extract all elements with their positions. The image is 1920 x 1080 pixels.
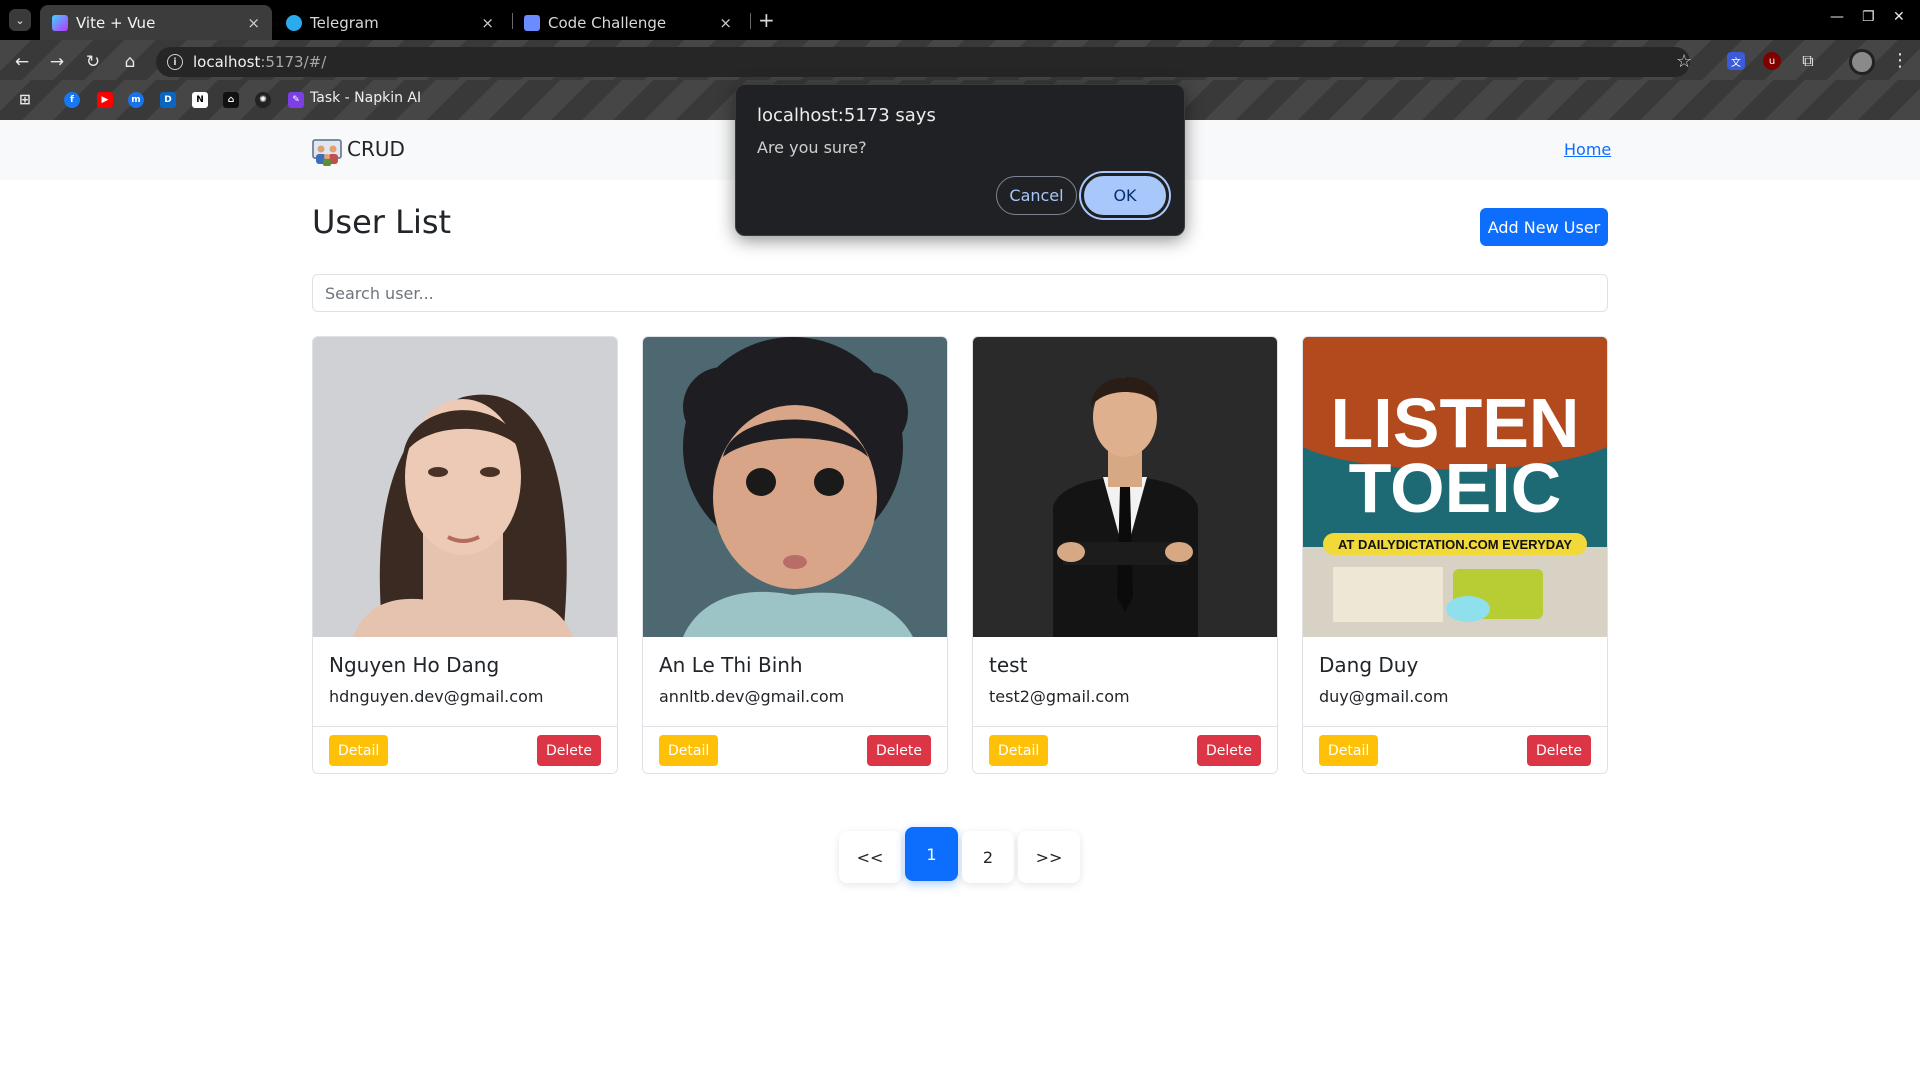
confirm-dialog: localhost:5173 says Are you sure? Cancel… [735,84,1185,236]
close-tab-icon[interactable]: × [481,14,494,32]
close-tab-icon[interactable]: × [719,14,732,32]
notion-icon[interactable]: N [192,92,208,108]
nav-home-link[interactable]: Home [1564,140,1611,159]
search-user-input[interactable] [312,274,1608,312]
restore-icon[interactable]: ❐ [1862,9,1875,25]
poster-banner: AT DAILYDICTATION.COM EVERYDAY [1338,537,1572,552]
dictionary-icon[interactable]: D [160,92,176,108]
dialog-cancel-button[interactable]: Cancel [996,176,1077,215]
pagination-page-2[interactable]: 2 [962,831,1014,883]
address-url[interactable]: localhost:5173/#/ [193,53,326,71]
users-logo-icon [312,139,342,166]
user-card: test test2@gmail.com Detail Delete [972,336,1278,774]
user-email: annltb.dev@gmail.com [659,687,845,706]
user-email: test2@gmail.com [989,687,1130,706]
site-info-icon[interactable]: i [167,54,183,70]
delete-button[interactable]: Delete [1527,735,1591,766]
rocket-favicon-icon [524,14,540,31]
tab-title: Telegram [310,13,379,32]
bookmark-star-icon[interactable]: ☆ [1676,51,1692,72]
add-new-user-button[interactable]: Add New User [1480,208,1608,246]
detail-button[interactable]: Detail [659,735,719,766]
tab-search-icon[interactable]: ⌄ [9,9,31,31]
detail-button[interactable]: Detail [1319,735,1379,766]
openai-icon[interactable]: ✺ [255,92,271,108]
academic-cap-icon[interactable]: ⌂ [223,92,239,108]
extensions-puzzle-icon[interactable]: ⧉ [1799,51,1817,70]
detail-button[interactable]: Detail [989,735,1049,766]
napkin-icon[interactable]: ✎ [288,92,304,108]
forward-icon[interactable]: → [46,51,68,73]
vite-favicon-icon [52,14,68,31]
address-bar[interactable] [156,47,1690,77]
delete-button[interactable]: Delete [867,735,931,766]
user-name: Dang Duy [1319,653,1419,677]
user-card: LISTEN TOEIC AT DAILYDICTATION.COM EVERY… [1302,336,1608,774]
facebook-icon[interactable]: f [64,92,80,108]
tab-telegram[interactable]: Telegram × [274,5,506,40]
user-avatar-image [643,337,947,637]
new-tab-button[interactable]: + [758,8,775,32]
messenger-icon[interactable]: m [128,92,144,108]
tab-vite-vue[interactable]: Vite + Vue × [40,5,272,40]
user-avatar-image [973,337,1277,637]
reload-icon[interactable]: ↻ [82,51,104,73]
user-avatar-image: LISTEN TOEIC AT DAILYDICTATION.COM EVERY… [1303,337,1607,637]
profile-avatar-icon[interactable] [1849,49,1875,75]
browser-menu-icon[interactable]: ⋮ [1891,50,1909,71]
minimize-icon[interactable]: — [1830,9,1844,25]
page-title: User List [312,203,452,241]
card-footer: Detail Delete [1303,726,1607,773]
browser-tab-strip: ⌄ Vite + Vue × Telegram × Code Challenge… [0,0,1920,40]
pagination-prev-button[interactable]: << [839,831,901,883]
tab-title: Code Challenge [548,13,667,32]
dialog-ok-button[interactable]: OK [1081,173,1169,218]
card-footer: Detail Delete [973,726,1277,773]
user-card: Nguyen Ho Dang hdnguyen.dev@gmail.com De… [312,336,618,774]
pagination-page-1[interactable]: 1 [905,827,958,881]
delete-button[interactable]: Delete [1197,735,1261,766]
tab-code-challenge[interactable]: Code Challenge × [512,5,744,40]
close-tab-icon[interactable]: × [247,14,260,32]
detail-button[interactable]: Detail [329,735,389,766]
bookmark-napkin-ai[interactable]: Task - Napkin AI [310,90,421,106]
telegram-favicon-icon [286,14,302,31]
apps-grid-icon[interactable]: ⊞ [17,92,33,108]
pagination-next-button[interactable]: >> [1018,831,1080,883]
user-card: An Le Thi Binh annltb.dev@gmail.com Deta… [642,336,948,774]
back-icon[interactable]: ← [11,51,33,73]
user-name: test [989,653,1028,677]
dialog-title: localhost:5173 says [757,105,936,126]
user-avatar-image [313,337,617,637]
translate-extension-icon[interactable]: 文 [1727,52,1745,70]
delete-button[interactable]: Delete [537,735,601,766]
user-email: hdnguyen.dev@gmail.com [329,687,544,706]
tab-title: Vite + Vue [76,13,156,32]
ublock-extension-icon[interactable]: u [1763,52,1781,70]
brand-name[interactable]: CRUD [347,137,405,161]
dialog-message: Are you sure? [757,138,867,157]
card-footer: Detail Delete [643,726,947,773]
user-name: An Le Thi Binh [659,653,803,677]
user-name: Nguyen Ho Dang [329,653,500,677]
home-icon[interactable]: ⌂ [119,51,141,73]
card-footer: Detail Delete [313,726,617,773]
poster-line2: TOEIC [1349,449,1562,527]
tab-divider [750,13,751,29]
close-window-icon[interactable]: ✕ [1893,9,1905,25]
user-email: duy@gmail.com [1319,687,1449,706]
youtube-icon[interactable]: ▶ [97,92,113,108]
